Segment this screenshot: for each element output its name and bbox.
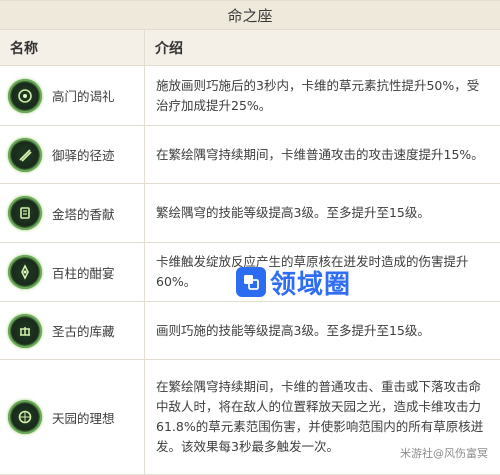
constellation-desc: 画则巧施的技能等级提高3级。至多提升至15级。 bbox=[156, 322, 430, 338]
table-row: 高门的谒礼 施放画则巧施后的3秒内，卡维的草元素抗性提升50%，受治疗加成提升2… bbox=[0, 66, 500, 126]
name-cell: 圣古的库藏 bbox=[0, 302, 145, 359]
constellation-4-icon bbox=[8, 255, 42, 289]
constellation-table: 命之座 名称 介绍 高门的谒礼 施放画则巧施后的3秒内，卡维的草元素抗性提升50… bbox=[0, 0, 500, 475]
source-credit: 米游社@风伤富冥 bbox=[400, 447, 488, 460]
constellation-name: 百柱的酣宴 bbox=[52, 265, 115, 281]
name-cell: 金塔的香献 bbox=[0, 184, 145, 242]
table-row: 御驿的径迹 在繁绘隅穹持续期间，卡维普通攻击的攻击速度提升15%。 bbox=[0, 126, 500, 184]
constellation-2-icon bbox=[8, 137, 42, 172]
watermark: 领域圈 bbox=[236, 263, 351, 301]
constellation-5-icon bbox=[8, 313, 42, 348]
header-desc: 介绍 bbox=[155, 40, 183, 57]
name-cell: 高门的谒礼 bbox=[0, 66, 145, 125]
name-cell: 御驿的径迹 bbox=[0, 126, 145, 183]
constellation-name: 圣古的库藏 bbox=[52, 324, 115, 339]
constellation-3-icon bbox=[8, 196, 42, 230]
constellation-name: 天园的理想 bbox=[52, 410, 115, 426]
constellation-6-icon bbox=[8, 400, 42, 434]
name-cell: 百柱的酣宴 bbox=[0, 243, 145, 301]
table-title: 命之座 bbox=[0, 1, 500, 30]
constellation-desc: 施放画则巧施后的3秒内，卡维的草元素抗性提升50%，受治疗加成提升25%。 bbox=[156, 77, 480, 113]
constellation-name: 金塔的香献 bbox=[52, 206, 115, 222]
table-row: 金塔的香献 繁绘隅穹的技能等级提高3级。至多提升至15级。 bbox=[0, 184, 500, 243]
watermark-logo-icon bbox=[236, 267, 266, 297]
header-name: 名称 bbox=[0, 30, 145, 65]
watermark-text: 领域圈 bbox=[270, 269, 352, 300]
constellation-name: 御驿的径迹 bbox=[52, 148, 115, 163]
constellation-desc: 在繁绘隅穹持续期间，卡维普通攻击的攻击速度提升15%。 bbox=[156, 146, 484, 162]
name-cell: 天园的理想 bbox=[0, 360, 145, 474]
constellation-1-icon bbox=[8, 78, 42, 113]
constellation-desc: 繁绘隅穹的技能等级提高3级。至多提升至15级。 bbox=[156, 205, 430, 220]
table-row: 圣古的库藏 画则巧施的技能等级提高3级。至多提升至15级。 bbox=[0, 302, 500, 360]
table-header: 名称 介绍 bbox=[0, 30, 500, 66]
constellation-name: 高门的谒礼 bbox=[52, 89, 115, 104]
